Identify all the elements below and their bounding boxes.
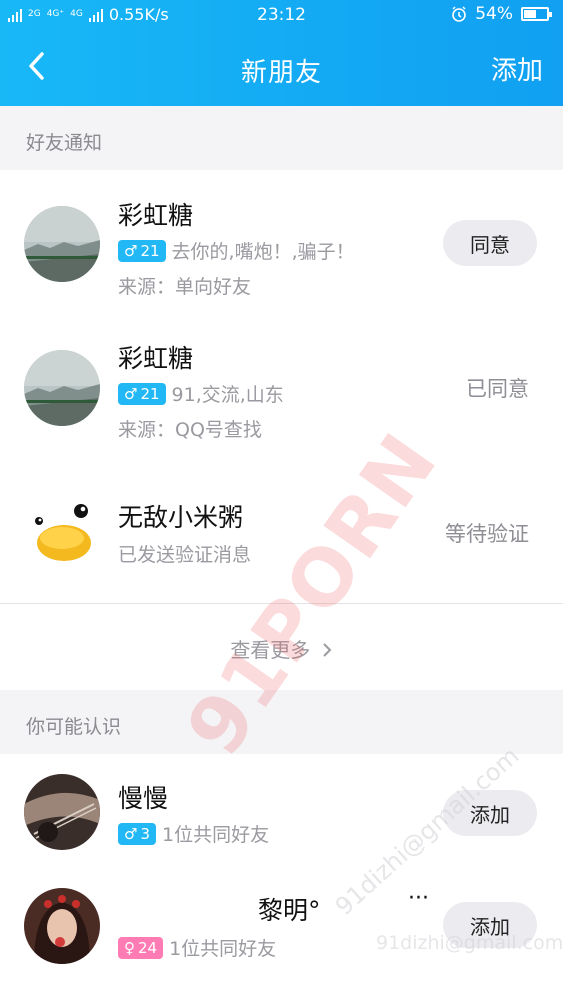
- top-bar: 2G 4G⁺ 4G 0.55K/s 23:12 54% 新朋友 添加: [0, 0, 563, 106]
- see-more-link[interactable]: 查看更多: [0, 634, 563, 663]
- add-friend-button[interactable]: 添加: [443, 902, 537, 948]
- battery-percent: 54%: [475, 4, 513, 24]
- see-more-label: 查看更多: [230, 638, 311, 662]
- notification-item[interactable]: 无敌小米粥 已发送验证消息 等待验证: [0, 460, 563, 603]
- avatar[interactable]: [24, 206, 100, 282]
- avatar[interactable]: [24, 350, 100, 426]
- mutual-friends: 1位共同好友: [169, 938, 277, 960]
- avatar-landscape-image: [24, 206, 100, 282]
- add-friend-button[interactable]: 添加: [443, 790, 537, 836]
- male-icon: ♂: [124, 824, 138, 843]
- page-title: 新朋友: [240, 58, 322, 88]
- penguin-avatar-image: [24, 493, 100, 569]
- alarm-icon: [452, 6, 467, 22]
- divider: [0, 603, 563, 604]
- avatar[interactable]: [24, 774, 100, 850]
- gender-age-badge: ♂ 21: [118, 239, 166, 262]
- male-icon: ♂: [124, 241, 138, 260]
- request-message-row: ♂ 21 91,交流,山东: [118, 380, 284, 407]
- avatar-landscape-image: [24, 350, 100, 426]
- suggestion-list: 慢慢 ♂ 3 1位共同好友 添加 黎明° ··· ♀ 24 1位共同好友 添加: [0, 754, 563, 1000]
- gender-age-badge: ♀ 24: [118, 936, 164, 959]
- gender-age-badge: ♂ 3: [118, 822, 156, 845]
- suggestion-item[interactable]: 慢慢 ♂ 3 1位共同好友 添加: [0, 754, 563, 868]
- more-icon: ···: [408, 886, 429, 911]
- male-icon: ♂: [124, 384, 138, 403]
- avatar[interactable]: [24, 493, 100, 569]
- age: 24: [138, 938, 158, 957]
- section-title: 你可能认识: [26, 716, 122, 738]
- request-message-row: ♂ 21 去你的,嘴炮！,骗子！: [118, 237, 355, 264]
- request-message: 去你的,嘴炮！,骗子！: [171, 241, 355, 263]
- gender-age-badge: ♂ 21: [118, 382, 166, 405]
- status-right: 54%: [451, 4, 552, 24]
- contact-name: 慢慢: [118, 784, 169, 813]
- section-header-may-know: 你可能认识: [0, 690, 563, 754]
- contact-name: 黎明°: [258, 896, 321, 925]
- add-button[interactable]: 添加: [491, 50, 543, 87]
- notification-item[interactable]: 彩虹糖 ♂ 21 去你的,嘴炮！,骗子！ 来源：单向好友 同意: [0, 170, 563, 315]
- contact-name: 无敌小米粥: [118, 503, 244, 532]
- section-title: 好友通知: [26, 132, 103, 154]
- status-pending: 等待验证: [445, 522, 529, 546]
- suggestion-item[interactable]: 黎明° ··· ♀ 24 1位共同好友 添加: [0, 868, 563, 1000]
- chevron-right-icon: [322, 643, 332, 657]
- suggestion-info-row: ♂ 3 1位共同好友: [118, 820, 269, 847]
- age: 21: [140, 241, 160, 260]
- age: 3: [140, 824, 150, 843]
- request-source: 来源：单向好友: [118, 276, 252, 298]
- status-bar: 2G 4G⁺ 4G 0.55K/s 23:12 54%: [0, 0, 563, 30]
- guitar-photo-avatar-image: [24, 774, 100, 850]
- notification-item[interactable]: 彩虹糖 ♂ 21 91,交流,山东 来源：QQ号查找 已同意: [0, 315, 563, 460]
- female-icon: ♀: [124, 938, 135, 957]
- nav-bar: 新朋友 添加: [0, 30, 563, 106]
- request-source: 来源：QQ号查找: [118, 419, 262, 441]
- contact-name: 彩虹糖: [118, 201, 194, 230]
- mutual-friends: 1位共同好友: [162, 824, 270, 846]
- suggestion-info-row: ♀ 24 1位共同好友: [118, 934, 276, 961]
- status-agreed: 已同意: [466, 377, 529, 401]
- age: 21: [140, 384, 160, 403]
- contact-name: 彩虹糖: [118, 344, 194, 373]
- notification-list: 彩虹糖 ♂ 21 去你的,嘴炮！,骗子！ 来源：单向好友 同意 彩虹糖 ♂ 21 9…: [0, 170, 563, 690]
- request-message: 已发送验证消息: [118, 544, 252, 566]
- avatar[interactable]: [24, 888, 100, 964]
- battery-icon: [521, 7, 552, 21]
- request-message: 91,交流,山东: [171, 384, 284, 406]
- section-header-notifications: 好友通知: [0, 106, 563, 170]
- portrait-photo-avatar-image: [24, 888, 100, 964]
- agree-button[interactable]: 同意: [443, 220, 537, 266]
